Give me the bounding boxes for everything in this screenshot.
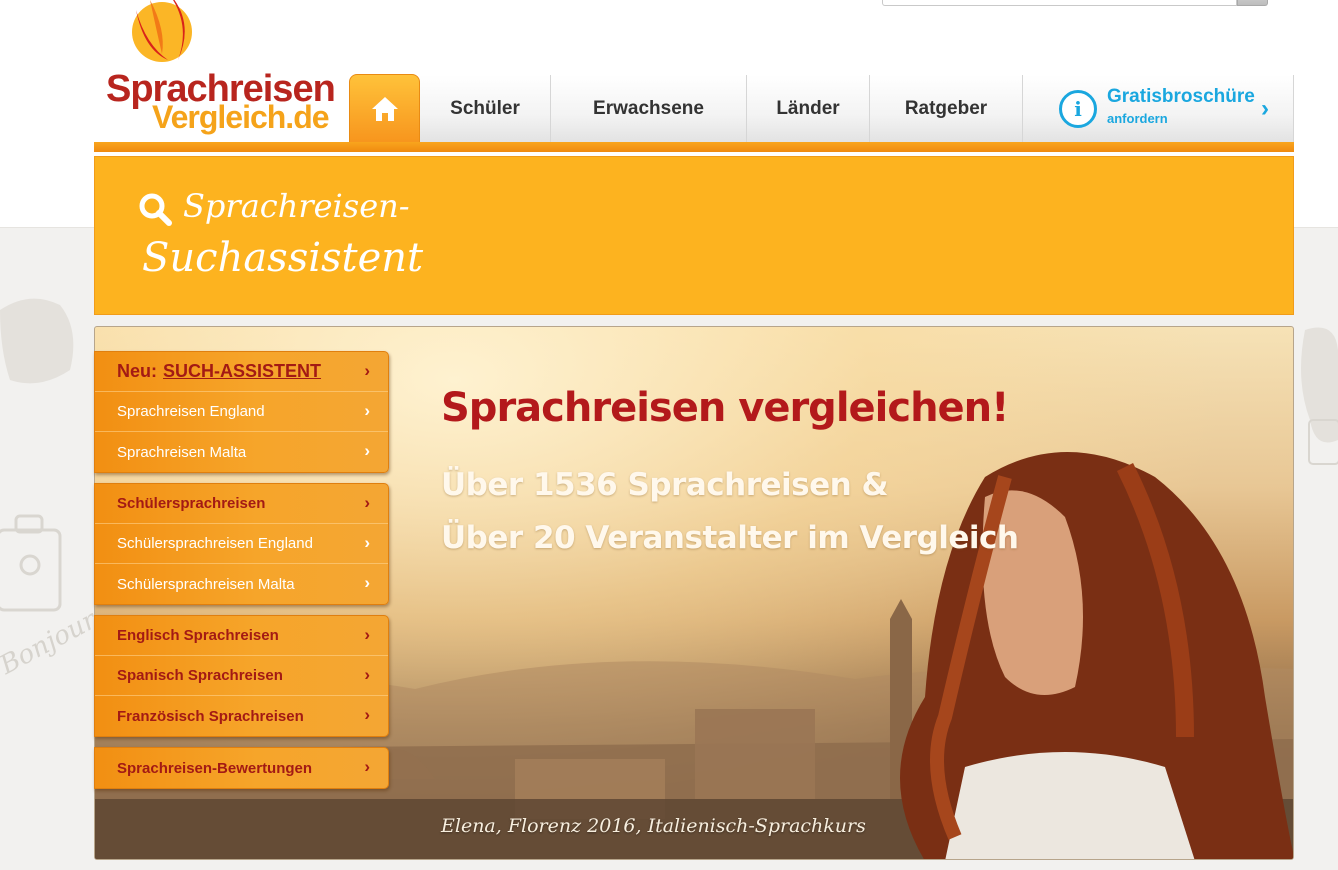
menu-item-label: Sprachreisen Malta — [117, 443, 247, 461]
flame-logo-icon — [132, 0, 192, 62]
chevron-right-icon: › — [364, 441, 370, 460]
nav-item-laender[interactable]: Länder — [747, 75, 870, 143]
menu-item-such-assistent[interactable]: Neu: SUCH-ASSISTENT › — [95, 352, 388, 392]
menu-item-englisch[interactable]: Englisch Sprachreisen › — [95, 616, 388, 656]
menu-group-schueler: Schülersprachreisen › Schülersprachreise… — [94, 483, 389, 605]
banner-title-line2: Suchassistent — [142, 235, 424, 281]
search-input[interactable] — [882, 0, 1237, 6]
site-logo[interactable]: Sprachreisen Vergleich.de — [106, 0, 336, 140]
menu-headline-link[interactable]: SUCH-ASSISTENT — [163, 361, 321, 382]
menu-item-bewertungen[interactable]: Sprachreisen-Bewertungen › — [95, 748, 388, 788]
menu-group-languages: Englisch Sprachreisen › Spanisch Sprachr… — [94, 615, 389, 737]
nav-item-erwachsene[interactable]: Erwachsene — [551, 75, 747, 143]
menu-group-featured: Neu: SUCH-ASSISTENT › Sprachreisen Engla… — [94, 351, 389, 473]
menu-item-schuelersprachreisen[interactable]: Schülersprachreisen › — [95, 484, 388, 524]
brochure-subtitle: anfordern — [1107, 111, 1168, 126]
chevron-right-icon: › — [364, 665, 370, 684]
menu-item-label: Sprachreisen-Bewertungen — [117, 759, 313, 777]
banner-title-line1: Sprachreisen- — [183, 187, 410, 225]
chevron-right-icon: › — [364, 361, 370, 380]
chevron-right-icon: › — [364, 705, 370, 724]
search-button[interactable] — [1237, 0, 1268, 6]
girl-portrait-image — [900, 452, 1293, 859]
menu-item-schuelersprachreisen-england[interactable]: Schülersprachreisen England › — [95, 524, 388, 564]
chevron-right-icon: › — [364, 625, 370, 644]
menu-group-reviews: Sprachreisen-Bewertungen › — [94, 747, 389, 789]
menu-item-label: Schülersprachreisen — [117, 495, 266, 512]
info-icon: i — [1059, 90, 1097, 128]
chevron-right-icon: › — [1261, 95, 1269, 122]
menu-headline-prefix: Neu: — [117, 361, 157, 381]
brochure-title: Gratisbroschüre — [1107, 86, 1255, 107]
nav-item-schueler[interactable]: Schüler — [420, 75, 551, 143]
menu-item-franzoesisch[interactable]: Französisch Sprachreisen › — [95, 696, 388, 736]
chevron-right-icon: › — [364, 533, 370, 552]
menu-item-label: Spanisch Sprachreisen — [117, 667, 283, 684]
map-doodle-right-icon — [1295, 320, 1338, 580]
main-navigation: Schüler Erwachsene Länder Ratgeber i Gra… — [349, 74, 1294, 143]
nav-item-ratgeber[interactable]: Ratgeber — [870, 75, 1023, 143]
menu-item-label: Schülersprachreisen Malta — [117, 575, 295, 593]
search-assistant-banner[interactable]: Sprachreisen- Suchassistent — [94, 156, 1294, 315]
suitcase-doodle-icon — [0, 510, 80, 620]
map-doodle-icon — [0, 290, 94, 490]
chevron-right-icon: › — [364, 401, 370, 420]
menu-item-label: Englisch Sprachreisen — [117, 627, 279, 644]
menu-item-sprachreisen-england[interactable]: Sprachreisen England › — [95, 392, 388, 432]
home-icon — [371, 97, 398, 121]
side-menu: Neu: SUCH-ASSISTENT › Sprachreisen Engla… — [94, 351, 389, 799]
menu-item-spanisch[interactable]: Spanisch Sprachreisen › — [95, 656, 388, 696]
menu-item-label: Sprachreisen England — [117, 403, 265, 420]
hero-title: Sprachreisen vergleichen! — [441, 385, 1009, 431]
chevron-right-icon: › — [364, 493, 370, 512]
hero-subtitle-line1: Über 1536 Sprachreisen & — [441, 467, 889, 503]
chevron-right-icon: › — [364, 573, 370, 592]
menu-item-label: Schülersprachreisen England — [117, 535, 313, 552]
menu-item-sprachreisen-malta[interactable]: Sprachreisen Malta › — [95, 432, 388, 472]
nav-home-button[interactable] — [349, 74, 420, 143]
hero-caption: Elena, Florenz 2016, Italienisch-Sprachk… — [441, 815, 866, 837]
hero-subtitle-line2: Über 20 Veranstalter im Vergleich — [441, 520, 1019, 556]
nav-underline-bar — [94, 142, 1294, 152]
logo-text-line2: Vergleich.de — [152, 99, 330, 135]
chevron-right-icon: › — [364, 757, 370, 776]
magnifier-icon — [139, 193, 172, 226]
brochure-request-link[interactable]: i Gratisbroschüre anfordern › — [1023, 75, 1294, 143]
menu-item-label: Französisch Sprachreisen — [117, 707, 304, 725]
menu-item-schuelersprachreisen-malta[interactable]: Schülersprachreisen Malta › — [95, 564, 388, 604]
search-bar — [882, 0, 1268, 6]
